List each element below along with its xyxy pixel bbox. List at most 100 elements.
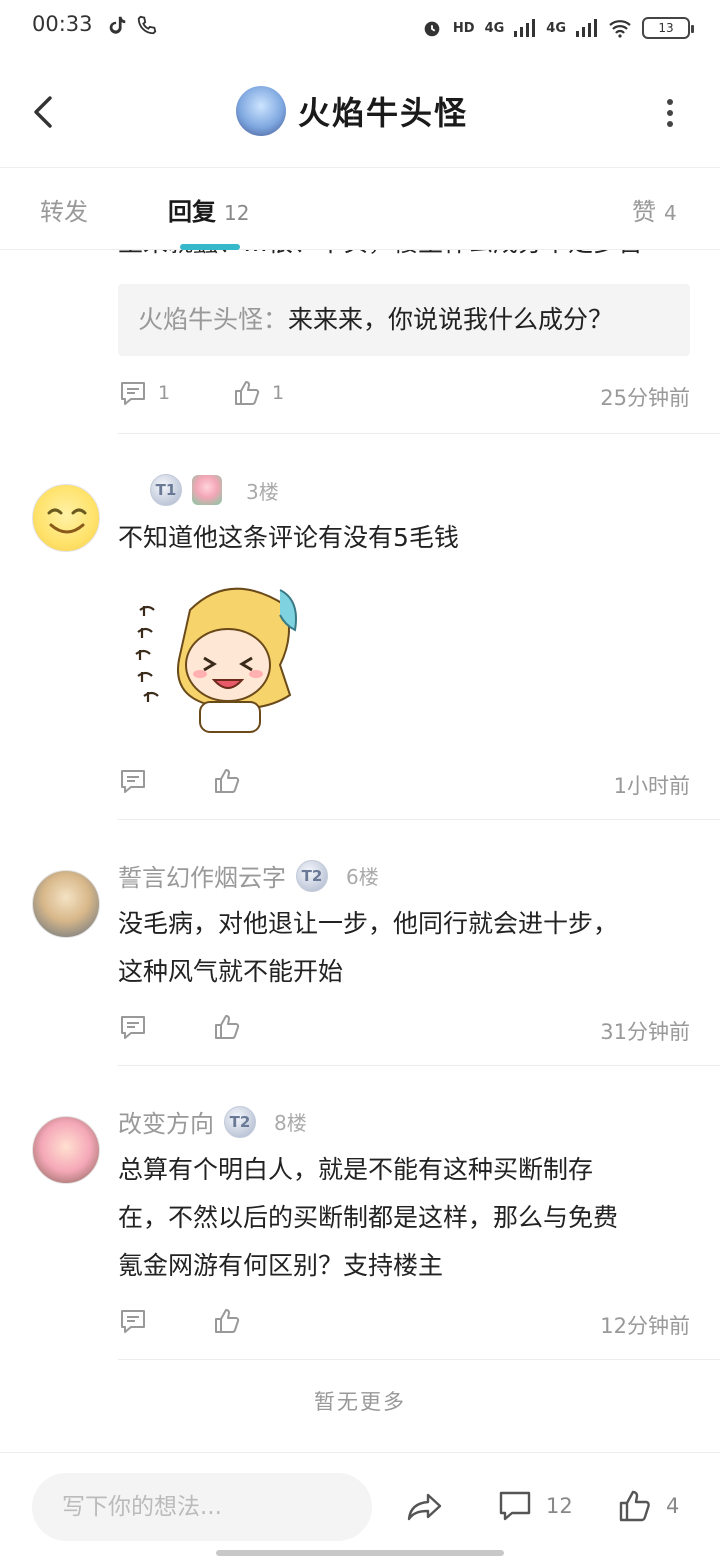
like-count: 1: [272, 382, 285, 404]
avatar[interactable]: [32, 1116, 100, 1184]
active-tab-indicator: [180, 244, 240, 250]
like-button[interactable]: [212, 1306, 242, 1336]
share-button[interactable]: [406, 1487, 444, 1525]
comment-icon: [121, 770, 145, 793]
home-indicator[interactable]: [216, 1550, 504, 1556]
tiktok-icon: [109, 16, 126, 34]
tab-likes-label: 赞: [632, 198, 656, 226]
comment-text-line: 总算有个明白人，就是不能有这种买断制存: [118, 1155, 594, 1184]
quoted-reply-text: 来来来，你说说我什么成分？: [288, 305, 614, 334]
commenter-name[interactable]: 改变方向: [118, 1104, 214, 1139]
floor-number: 6楼: [346, 865, 379, 889]
comment-time: 31分钟前: [600, 1020, 690, 1044]
battery-icon: 13: [642, 17, 694, 39]
reply-list[interactable]: 至来就蠢、…很、十实，楼主什么成分不足多吾 火焰牛头怪：来来来，你说说我什么成分…: [0, 250, 720, 1452]
comment-meta: 誓言幻作烟云字 T2 6楼: [118, 858, 379, 893]
comment-icon: [121, 1310, 145, 1333]
status-time: 00:33: [32, 12, 93, 36]
comment-text-line: 氪金网游有何区别？支持楼主: [118, 1251, 444, 1280]
signal-icon: [514, 19, 536, 37]
divider: [118, 1359, 720, 1360]
tab-replies-count: 12: [224, 201, 250, 225]
hd-icon: HD: [452, 20, 475, 36]
level-badge: T2: [224, 1105, 256, 1138]
comment-text-line: 这种风气就不能开始: [118, 957, 344, 986]
avatar[interactable]: [32, 484, 100, 552]
commenter-name[interactable]: 誓言幻作烟云字: [118, 858, 286, 893]
like-button[interactable]: [212, 1012, 242, 1042]
reply-button[interactable]: [118, 766, 148, 796]
fan-badge-icon: [192, 475, 222, 505]
level-badge: T1: [150, 474, 182, 506]
header-title-group[interactable]: 火焰牛头怪: [236, 86, 468, 136]
network-4g-1: 4G: [484, 20, 505, 36]
no-more-text: 暂无更多: [314, 1390, 406, 1414]
share-arrow-icon: [407, 1493, 442, 1521]
tab-likes[interactable]: 赞 4: [632, 192, 677, 227]
reply-time: 25分钟前: [600, 386, 690, 410]
comments-count: 12: [546, 1494, 573, 1518]
thumbs-up-icon: [215, 769, 240, 793]
divider: [118, 433, 720, 434]
smiley-face-icon: [47, 508, 87, 534]
tab-replies[interactable]: 回复 12: [168, 192, 249, 227]
comment-icon: [499, 1491, 531, 1521]
divider: [118, 819, 720, 820]
thumbs-up-icon: [215, 1015, 240, 1039]
avatar[interactable]: [32, 870, 100, 938]
tab-forward-label: 转发: [40, 198, 88, 226]
laughing-sticker-image[interactable]: [130, 570, 305, 745]
status-indicators: HD 4G 4G 13: [421, 14, 694, 42]
reply-count: 1: [158, 382, 171, 404]
comment-text-line: 没毛病，对他退让一步，他同行就会进十步，: [118, 909, 619, 938]
thumbs-up-icon: [619, 1490, 650, 1522]
like-button[interactable]: 1: [232, 378, 284, 408]
author-avatar[interactable]: [236, 86, 286, 136]
signal-icon-2: [576, 19, 597, 37]
back-arrow-icon[interactable]: [24, 92, 64, 132]
comment-icon: [121, 382, 145, 405]
comment-actions: 1小时前: [118, 766, 690, 800]
status-bar: 00:33 HD 4G 4G 13: [0, 0, 720, 56]
comment-time: 1小时前: [613, 774, 690, 798]
reply-button[interactable]: 1: [118, 378, 170, 408]
comment-text: 不知道他这条评论有没有5毛钱: [118, 523, 459, 552]
comment-meta: 改变方向 T2 8楼: [118, 1104, 307, 1139]
thumbs-up-icon: [215, 1309, 240, 1333]
more-options-icon[interactable]: [664, 98, 676, 128]
thumbs-up-icon: [235, 381, 260, 405]
battery-level: 13: [658, 21, 674, 35]
comment-text: 总算有个明白人，就是不能有这种买断制存 在，不然以后的买断制都是这样，那么与免费…: [118, 1146, 698, 1290]
divider: [118, 1065, 720, 1066]
like-post-button[interactable]: 4: [616, 1487, 679, 1525]
reply-actions: 1 1 25分钟前: [118, 378, 690, 412]
comment-actions: 12分钟前: [118, 1306, 690, 1340]
tab-replies-label: 回复: [168, 198, 216, 226]
comment-icon: [121, 1016, 145, 1039]
clipped-reply: 至来就蠢、…很、十实，楼主什么成分不足多吾: [0, 250, 720, 264]
tab-likes-count: 4: [664, 201, 677, 225]
comment-text: 没毛病，对他退让一步，他同行就会进十步， 这种风气就不能开始: [118, 900, 698, 996]
header: 火焰牛头怪: [0, 56, 720, 168]
floor-number: 8楼: [274, 1111, 307, 1135]
comment-meta: T1 3楼: [150, 474, 279, 506]
reply-button[interactable]: [118, 1306, 148, 1336]
floor-number: 3楼: [246, 479, 279, 504]
bottom-bar: 12 4: [0, 1452, 720, 1560]
comment-text-line: 在，不然以后的买断制都是这样，那么与免费: [118, 1203, 619, 1232]
quoted-reply[interactable]: 火焰牛头怪：来来来，你说说我什么成分？: [118, 284, 690, 356]
network-4g-2: 4G: [546, 20, 566, 36]
comment-input[interactable]: [32, 1473, 372, 1541]
level-badge: T2: [296, 859, 328, 892]
likes-count: 4: [666, 1494, 680, 1518]
page-title: 火焰牛头怪: [298, 94, 469, 132]
tab-bar: 转发 回复 12 赞 4: [0, 168, 720, 250]
comment-actions: 31分钟前: [118, 1012, 690, 1046]
tab-forward[interactable]: 转发: [40, 192, 88, 227]
reply-button[interactable]: [118, 1012, 148, 1042]
wifi-icon: [609, 20, 631, 38]
quoted-reply-author[interactable]: 火焰牛头怪：: [138, 305, 288, 334]
comments-button[interactable]: 12: [496, 1487, 573, 1525]
phone-call-icon: [137, 15, 157, 35]
like-button[interactable]: [212, 766, 242, 796]
